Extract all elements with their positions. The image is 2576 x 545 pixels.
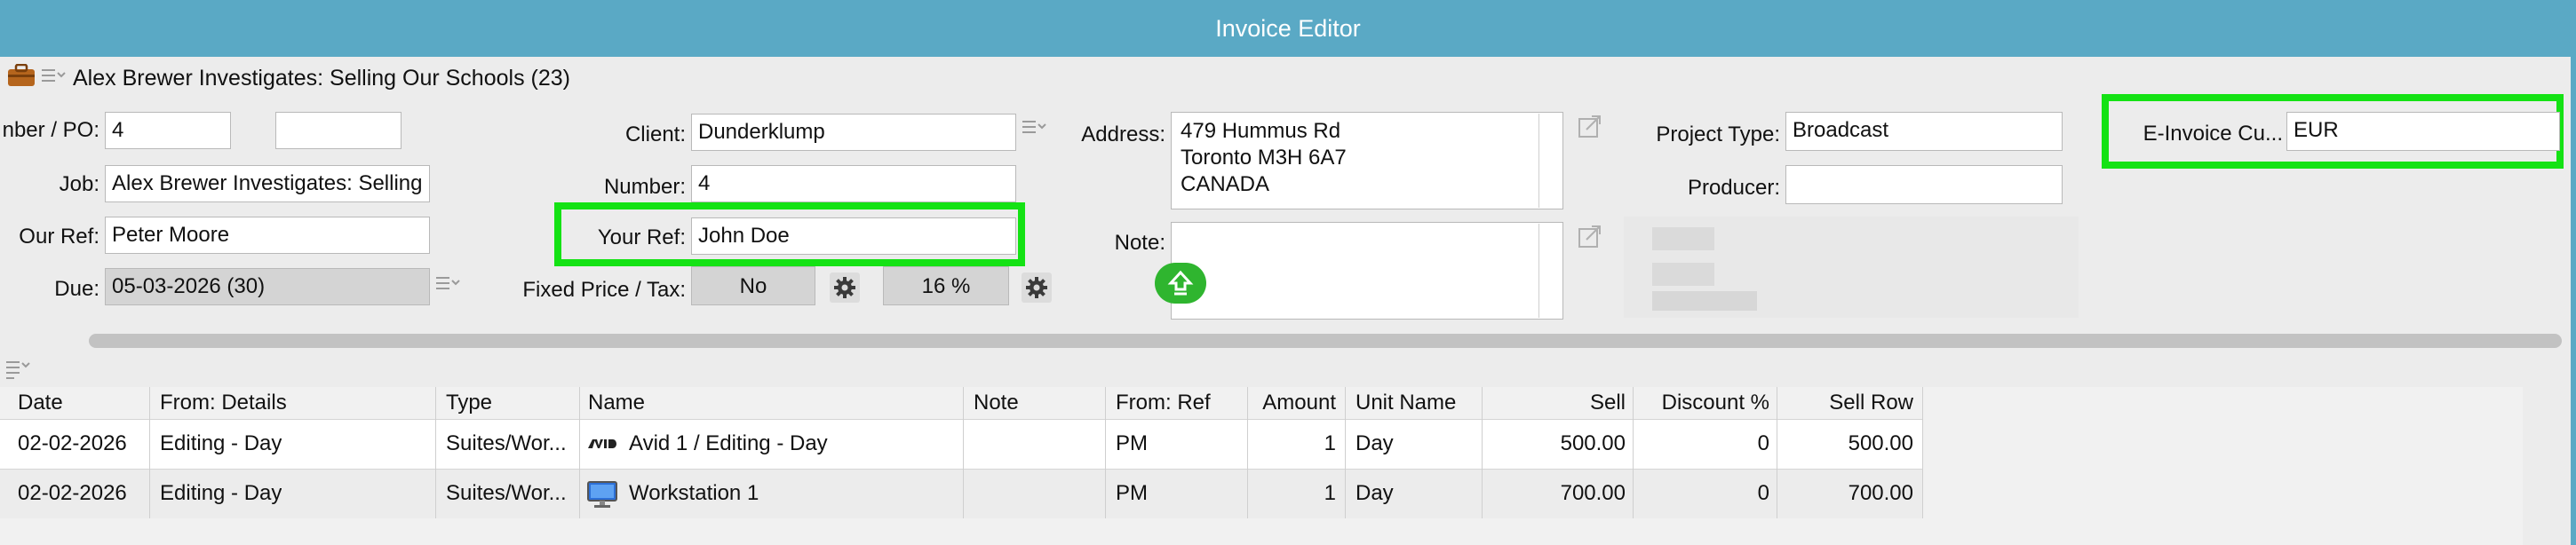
table-menu-icon[interactable]: [5, 359, 32, 379]
column-header[interactable]: From: Ref: [1116, 391, 1211, 415]
details-cell: Editing - Day: [160, 431, 282, 455]
type-cell: Suites/Wor...: [446, 431, 567, 455]
blurred-panel: [1624, 217, 2079, 318]
date-cell: 02-02-2026: [18, 431, 127, 455]
column-header[interactable]: Discount %: [1640, 391, 1769, 415]
column-separator[interactable]: [579, 387, 580, 518]
address-line: CANADA: [1181, 172, 1270, 196]
sell-row-cell: 500.00: [1848, 431, 1913, 455]
line-items-table: Date From: Details Type Name Note From: …: [0, 387, 2523, 545]
column-separator[interactable]: [1482, 387, 1483, 518]
table-row[interactable]: 02-02-2026 Editing - Day Suites/Wor... W…: [0, 469, 1922, 518]
column-header[interactable]: Sell Row: [1782, 391, 1913, 415]
name-cell: Avid 1 / Editing - Day: [629, 431, 828, 455]
window-title: Invoice Editor: [1215, 15, 1361, 42]
tax-field[interactable]: 16 %: [883, 266, 1009, 305]
upload-icon[interactable]: [1155, 263, 1206, 304]
column-header[interactable]: Amount: [1244, 391, 1336, 415]
note-field[interactable]: [1171, 222, 1563, 320]
type-cell: Suites/Wor...: [446, 481, 567, 505]
ref-cell: PM: [1116, 481, 1148, 505]
discount-cell: 0: [1757, 431, 1769, 455]
our-ref-label: Our Ref:: [19, 225, 99, 249]
column-separator[interactable]: [1633, 387, 1634, 518]
date-cell: 02-02-2026: [18, 481, 127, 505]
column-separator[interactable]: [1247, 387, 1248, 518]
number-po-label: nber / PO:: [2, 118, 99, 142]
amount-cell: 1: [1324, 481, 1336, 505]
fixed-price-field[interactable]: No: [691, 266, 815, 305]
job-field[interactable]: Alex Brewer Investigates: Selling: [105, 165, 430, 202]
sell-cell: 700.00: [1560, 481, 1626, 505]
column-header[interactable]: Sell: [1475, 391, 1626, 415]
column-separator[interactable]: [963, 387, 964, 518]
column-header[interactable]: From: Details: [160, 391, 287, 415]
unit-cell: Day: [1356, 431, 1394, 455]
sell-cell: 500.00: [1560, 431, 1626, 455]
producer-field[interactable]: [1785, 165, 2063, 204]
briefcase-icon: [7, 63, 36, 87]
gear-icon[interactable]: [830, 272, 860, 303]
address-label: Address:: [1081, 122, 1165, 146]
client-menu-icon[interactable]: [1022, 119, 1048, 137]
external-link-icon[interactable]: [1578, 224, 1602, 249]
blurred-block: [1652, 227, 1714, 250]
title-bar: Invoice Editor: [0, 0, 2576, 57]
due-date-field[interactable]: 05-03-2026 (30): [105, 268, 430, 305]
number-po-extra-field[interactable]: [275, 112, 402, 149]
list-menu-icon[interactable]: [41, 67, 68, 85]
column-header[interactable]: Name: [588, 391, 645, 415]
number-label: Number:: [603, 175, 686, 199]
note-label: Note:: [1114, 231, 1165, 255]
unit-cell: Day: [1356, 481, 1394, 505]
blurred-block: [1652, 291, 1757, 311]
number-po-field[interactable]: 4: [105, 112, 231, 149]
monitor-icon: [586, 480, 618, 509]
table-header: Date From: Details Type Name Note From: …: [0, 387, 1922, 417]
gear-icon[interactable]: [1022, 272, 1052, 303]
client-field[interactable]: Dunderklump: [691, 114, 1016, 151]
your-ref-label: Your Ref:: [597, 225, 686, 249]
due-label: Due:: [54, 277, 99, 301]
address-line: 479 Hummus Rd: [1181, 119, 1341, 143]
our-ref-field[interactable]: Peter Moore: [105, 217, 430, 254]
sell-row-cell: 700.00: [1848, 481, 1913, 505]
column-separator[interactable]: [435, 387, 436, 518]
fixed-price-tax-label: Fixed Price / Tax:: [522, 278, 686, 302]
client-label: Client:: [624, 122, 686, 146]
column-separator[interactable]: [1105, 387, 1106, 518]
window-right-border: [2571, 57, 2576, 545]
your-ref-field[interactable]: John Doe: [691, 217, 1016, 255]
number-field[interactable]: 4: [691, 165, 1016, 202]
discount-cell: 0: [1757, 481, 1769, 505]
column-header[interactable]: Date: [18, 391, 63, 415]
name-cell: Workstation 1: [629, 481, 759, 505]
einvoice-currency-field[interactable]: EUR: [2286, 112, 2560, 151]
note-scrollbar[interactable]: [1538, 224, 1539, 318]
address-line: Toronto M3H 6A7: [1181, 146, 1347, 170]
column-header[interactable]: Unit Name: [1356, 391, 1456, 415]
table-row[interactable]: 02-02-2026 Editing - Day Suites/Wor... A…: [0, 419, 1922, 469]
project-title: Alex Brewer Investigates: Selling Our Sc…: [73, 66, 570, 91]
einvoice-currency-label: E-Invoice Cu...: [2143, 122, 2283, 146]
due-menu-icon[interactable]: [435, 275, 462, 293]
column-header[interactable]: Type: [446, 391, 492, 415]
address-field[interactable]: 479 Hummus Rd Toronto M3H 6A7 CANADA: [1171, 112, 1563, 209]
column-separator[interactable]: [1922, 387, 1923, 518]
project-type-field[interactable]: Broadcast: [1785, 112, 2063, 151]
blurred-block: [1652, 263, 1714, 286]
ref-cell: PM: [1116, 431, 1148, 455]
avid-logo-icon: [588, 438, 616, 450]
project-type-label: Project Type:: [1656, 122, 1780, 146]
column-separator[interactable]: [149, 387, 150, 518]
address-scrollbar[interactable]: [1538, 114, 1539, 208]
column-header[interactable]: Note: [974, 391, 1019, 415]
details-cell: Editing - Day: [160, 481, 282, 505]
horizontal-scrollbar[interactable]: [89, 334, 2562, 348]
amount-cell: 1: [1324, 431, 1336, 455]
column-separator[interactable]: [1345, 387, 1346, 518]
job-label: Job:: [59, 172, 99, 196]
producer-label: Producer:: [1687, 176, 1780, 200]
